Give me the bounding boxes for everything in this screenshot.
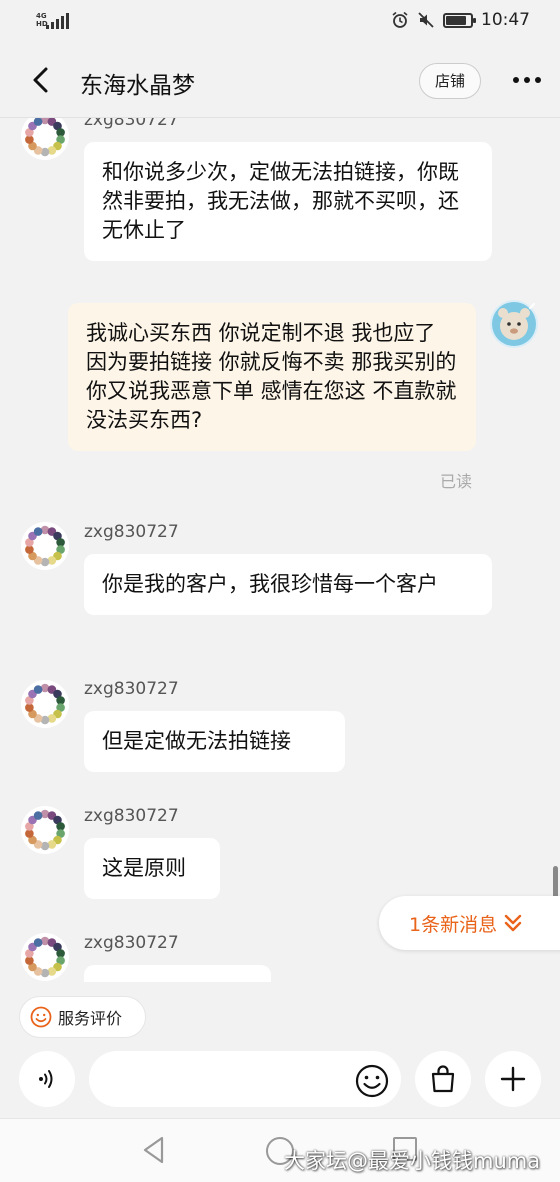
emoji-button[interactable]: [355, 1064, 389, 1098]
my-avatar[interactable]: [490, 300, 538, 348]
seller-avatar[interactable]: [21, 680, 69, 728]
dot-icon: [513, 77, 519, 83]
shopping-bag-icon: [431, 1065, 455, 1093]
sender-name: zxg830727: [84, 118, 179, 130]
new-message-label: 1条新消息: [409, 913, 498, 936]
chat-header: 东海水晶梦 店铺: [0, 44, 560, 118]
plus-icon: [500, 1066, 526, 1092]
emoji-icon: [355, 1064, 389, 1098]
message-bubble[interactable]: 你是我的客户，我很珍惜每一个客户: [84, 554, 492, 615]
scrollbar[interactable]: [553, 866, 558, 900]
nav-back-icon[interactable]: [140, 1135, 168, 1165]
alarm-icon: [392, 11, 408, 28]
input-area: 服务评价: [0, 982, 560, 1118]
back-button[interactable]: [22, 62, 58, 98]
shop-button[interactable]: 店铺: [419, 63, 481, 99]
alpaca-avatar-icon: [492, 302, 536, 346]
service-evaluation-button[interactable]: 服务评价: [19, 996, 146, 1038]
new-message-button[interactable]: 1条新消息: [379, 896, 560, 950]
chat-message-list[interactable]: zxg830727 和你说多少次，定做无法拍链接，你既然非要拍，我无法做，那就不…: [0, 118, 560, 982]
seller-avatar[interactable]: [21, 933, 69, 981]
bead: [33, 685, 43, 694]
bead-bracelet-icon: [25, 809, 65, 851]
product-button[interactable]: [415, 1051, 471, 1107]
dot-icon: [524, 77, 530, 83]
bead: [33, 938, 43, 947]
bead-bracelet-icon: [25, 525, 65, 567]
status-bar: 4G HD 10:47: [0, 0, 560, 44]
bead-bracelet-icon: [25, 118, 65, 157]
bead: [33, 527, 43, 536]
my-message-bubble[interactable]: 我诚心买东西 你说定制不退 我也应了 因为要拍链接 你就反悔不卖 那我买别的 你…: [68, 303, 476, 451]
bead: [33, 811, 43, 820]
message-bubble[interactable]: [84, 965, 271, 982]
sender-name: zxg830727: [84, 522, 179, 542]
sender-name: zxg830727: [84, 806, 179, 826]
sender-name: zxg830727: [84, 679, 179, 699]
service-evaluation-label: 服务评价: [58, 1009, 123, 1028]
battery-icon: [443, 12, 476, 28]
bead-bracelet-icon: [25, 936, 65, 978]
read-status: 已读: [440, 472, 473, 491]
seller-avatar[interactable]: [21, 118, 69, 160]
voice-icon: [39, 1070, 53, 1088]
seller-avatar[interactable]: [21, 806, 69, 854]
bead-bracelet-icon: [25, 683, 65, 725]
page-title: 东海水晶梦: [80, 73, 195, 99]
sender-name: zxg830727: [84, 933, 179, 953]
system-nav-bar: 大家坛@最爱小钱钱muma: [0, 1118, 560, 1182]
chevron-left-icon: [33, 67, 48, 93]
message-bubble[interactable]: 这是原则: [84, 838, 220, 899]
signal-icon: [46, 13, 69, 29]
clock: 10:47: [481, 10, 530, 30]
double-chevron-down-icon: [504, 914, 522, 932]
seller-avatar[interactable]: [21, 522, 69, 570]
mute-icon: [418, 12, 434, 28]
voice-input-button[interactable]: [19, 1051, 75, 1107]
message-bubble[interactable]: 但是定做无法拍链接: [84, 711, 345, 772]
watermark: 大家坛@最爱小钱钱muma: [284, 1149, 541, 1173]
smiley-icon: [30, 1006, 52, 1028]
more-options-button[interactable]: [505, 70, 549, 90]
message-bubble[interactable]: 和你说多少次，定做无法拍链接，你既然非要拍，我无法做，那就不买呗，还无休止了: [84, 142, 492, 261]
dot-icon: [535, 77, 541, 83]
more-actions-button[interactable]: [485, 1051, 541, 1107]
